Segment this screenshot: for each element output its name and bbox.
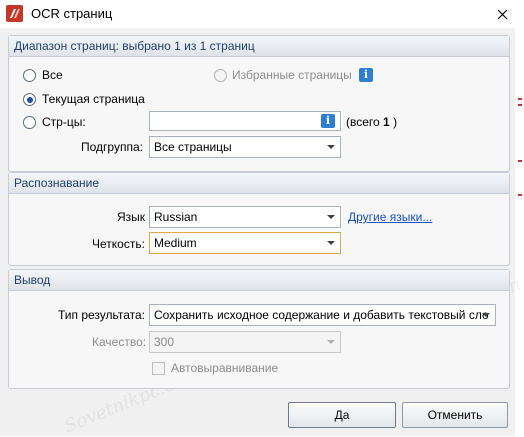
window-title: OCR страниц bbox=[31, 6, 113, 21]
radio-all-pages[interactable] bbox=[23, 69, 36, 82]
chevron-down-icon bbox=[327, 241, 335, 245]
ocr-dialog: OCR страниц Sovetnikpc.com Sovetnikpc.co… bbox=[0, 0, 524, 437]
page-range-header: Диапазон страниц: выбрано 1 из 1 страниц bbox=[9, 36, 509, 57]
other-languages-link[interactable]: Другие языки... bbox=[348, 210, 432, 224]
chevron-down-icon bbox=[327, 145, 335, 149]
result-type-label: Тип результата: bbox=[58, 308, 145, 322]
accuracy-label: Четкость: bbox=[92, 237, 145, 251]
language-dropdown[interactable]: Russian bbox=[149, 206, 341, 228]
radio-current-page[interactable] bbox=[23, 93, 36, 106]
autodeskew-checkbox[interactable] bbox=[152, 362, 165, 375]
accuracy-dropdown[interactable]: Medium bbox=[149, 232, 341, 254]
pages-input[interactable] bbox=[149, 111, 341, 131]
close-button[interactable] bbox=[480, 0, 524, 28]
ok-button[interactable]: Да bbox=[288, 402, 396, 428]
recognition-header: Распознавание bbox=[9, 173, 509, 194]
radio-current-label: Текущая страница bbox=[42, 92, 145, 106]
subset-label: Подгруппа: bbox=[81, 140, 143, 154]
total-pages-value: 1 bbox=[383, 115, 390, 129]
radio-favorites-label: Избранные страницы bbox=[232, 68, 352, 82]
autodeskew-label: Автовыравнивание bbox=[171, 361, 279, 375]
background-window-strip bbox=[515, 28, 524, 436]
radio-favorite-pages[interactable] bbox=[214, 69, 227, 82]
chevron-down-icon bbox=[482, 313, 490, 317]
result-type-value: Сохранить исходное содержание и добавить… bbox=[154, 308, 489, 322]
result-type-dropdown[interactable]: Сохранить исходное содержание и добавить… bbox=[149, 304, 496, 326]
total-pages-label: (всего 1 ) bbox=[346, 115, 398, 129]
pages-info-icon[interactable]: i bbox=[321, 114, 335, 128]
radio-pages-label: Стр-цы: bbox=[42, 115, 86, 129]
radio-all-label: Все bbox=[42, 68, 63, 82]
chevron-down-icon bbox=[327, 340, 335, 344]
cancel-button[interactable]: Отменить bbox=[402, 402, 508, 428]
radio-page-range[interactable] bbox=[23, 116, 36, 129]
chevron-down-icon bbox=[327, 215, 335, 219]
accuracy-value: Medium bbox=[154, 236, 197, 250]
language-label: Язык bbox=[117, 210, 146, 224]
output-header: Вывод bbox=[9, 270, 509, 291]
quality-value: 300 bbox=[154, 335, 175, 349]
quality-label: Качество: bbox=[92, 335, 147, 349]
quality-dropdown[interactable]: 300 bbox=[149, 331, 341, 353]
language-value: Russian bbox=[154, 210, 198, 224]
subset-value: Все страницы bbox=[154, 140, 232, 154]
subset-dropdown[interactable]: Все страницы bbox=[149, 136, 341, 158]
app-logo-icon bbox=[6, 5, 23, 22]
favorites-info-icon[interactable]: i bbox=[359, 68, 373, 82]
close-icon bbox=[497, 9, 507, 19]
title-bar: OCR страниц bbox=[0, 0, 524, 28]
